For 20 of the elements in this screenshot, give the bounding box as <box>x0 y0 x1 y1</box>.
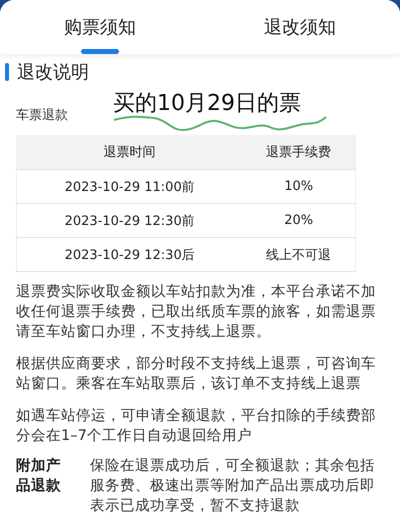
active-tab-indicator <box>81 49 119 54</box>
table-cell: 20% <box>242 204 356 238</box>
table-cell: 线上不可退 <box>242 238 356 272</box>
column-header: 退票手续费 <box>242 135 356 170</box>
tab[interactable]: 退改须知 <box>200 0 400 54</box>
note-paragraph: 如遇车站停运，可申请全额退款，平台扣除的手续费部分会在1–7个工作日自动退回给用户 <box>16 406 377 446</box>
table-cell: 10% <box>242 170 356 204</box>
table-cell: 2023-10-29 12:30前 <box>16 204 242 238</box>
note-paragraph: 根据供应商要求，部分时段不支持线上退票，可咨询车站窗口。乘客在车站取票后，该订单不支持线上退票 <box>16 354 377 394</box>
section-marker <box>5 63 9 81</box>
addon-text: 保险在退票成功后，可全额退款；其余包括服务费、极速出票等附加产品出票成功后即表示已成功享受，暂不支持退款 <box>90 456 376 516</box>
table-cell: 2023-10-29 12:30后 <box>16 238 242 272</box>
tab[interactable]: 购票须知 <box>0 0 200 54</box>
table-cell: 2023-10-29 11:00前 <box>16 170 242 204</box>
column-header: 退票时间 <box>16 135 242 170</box>
addon-label: 附加产品退款 <box>16 456 62 496</box>
handwritten-annotation: 买的10月29日的票 <box>113 90 301 118</box>
note-paragraph: 退票费实际收取金额以车站扣款为准，本平台承诺不加收任何退票手续费，已取出纸质车票的旅客，如需退票请至车站窗口办理，不支持线上退票。 <box>16 282 377 342</box>
section-title: 退改说明 <box>17 61 89 84</box>
ticket-refund-label: 车票退款 <box>16 107 68 124</box>
